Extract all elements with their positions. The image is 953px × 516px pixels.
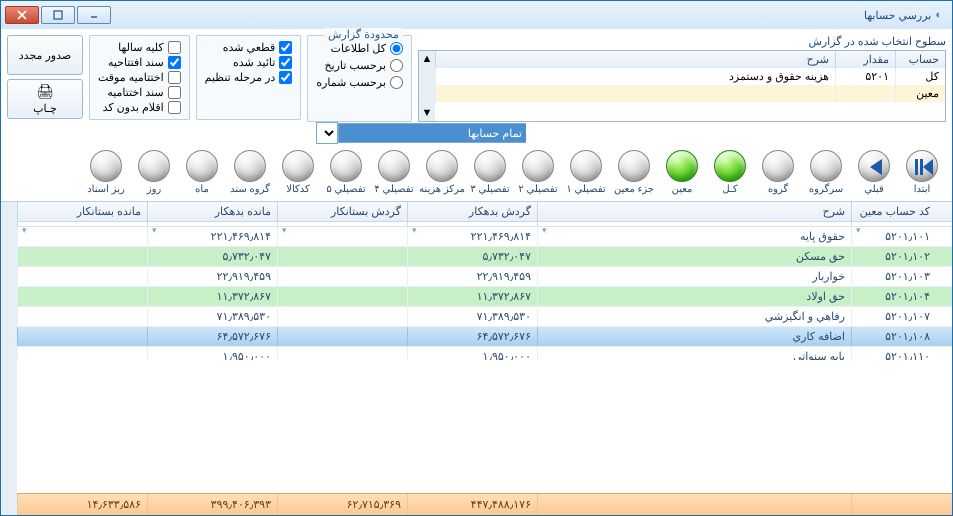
data-grid: كد حساب معين شرح گردش بدهکار گردش بستانک… [1,201,952,515]
table-row[interactable]: ۵۲۰۱٫۱۰۷رفاهي و انگيزشي۷۱٫۳۸۹٫۵۳۰۷۱٫۳۸۹٫… [17,307,952,327]
toolbar-تفصيلي ۱[interactable]: تفصيلي ۱ [562,150,610,195]
col-debit-bal[interactable]: مانده بدهکار [147,202,277,221]
toolbar-orb-icon [282,150,314,182]
col-credit-turn[interactable]: گردش بستانکار [277,202,407,221]
range-number-radio[interactable] [390,76,403,89]
selhead-account: حساب [895,51,945,68]
reissue-button[interactable]: صدور مجدد [7,35,83,75]
sel-account-0: کل [895,68,945,85]
toolbar-تفصيلي ۴[interactable]: تفصيلي ۴ [370,150,418,195]
range-label: محدودة گزارش [324,28,403,41]
toolbar-سرگروه[interactable]: سرگروه [802,150,850,195]
chk-allyears[interactable] [168,41,181,54]
range-number-label: برحسب شماره [316,76,386,89]
foot-cb: ۱۴٫۶۳۳٫۵۸۶ [17,494,147,515]
window-title: بررسي حسابها [864,9,931,22]
toolbar-تفصيلي ۲[interactable]: تفصيلي ۲ [514,150,562,195]
toolbar-orb-icon [138,150,170,182]
col-debit-turn[interactable]: گردش بدهکار [407,202,537,221]
search-input[interactable] [338,123,526,143]
app-icon: ◐ [935,9,942,21]
sel-desc-0: هزينه حقوق و دستمزد [435,68,835,85]
minimize-button[interactable] [77,6,111,24]
toolbar-orb-icon [426,150,458,182]
toolbar-orb-icon [186,150,218,182]
range-all-label: کل اطلاعات [331,42,386,55]
toolbar-ماه[interactable]: ماه [178,150,226,195]
chk-editing[interactable] [279,71,292,84]
toolbar-orb-icon [378,150,410,182]
chk-tempclosing[interactable] [168,71,181,84]
selhead-desc: شرح [435,51,835,68]
toolbar-orb-icon [522,150,554,182]
toolbar-orb-icon [714,150,746,182]
table-row[interactable]: ۵۲۰۱٫۱۰۸اضافه کاري۶۴٫۵۷۲٫۶۷۶۶۴٫۵۷۲٫۶۷۶ [17,327,952,347]
app-window: ◐ بررسي حسابها سطوح انتخاب شده در گزارش ح… [0,0,953,516]
toolbar-ابتدا[interactable]: ابتدا [898,150,946,195]
foot-ct: ۶۲٫۷۱۵٫۳۶۹ [277,494,407,515]
toolbar-قبلي[interactable]: قبلي [850,150,898,195]
scroll-up-icon[interactable]: ▲ [422,53,433,65]
toolbar-orb-icon [570,150,602,182]
toolbar-orb-icon [810,150,842,182]
toolbar-orb-icon [666,150,698,182]
toolbar-orb-icon [474,150,506,182]
toolbar-orb-icon [330,150,362,182]
selhead-value: مقدار [835,51,895,68]
range-all-radio[interactable] [390,42,403,55]
range-date-label: برحسب تاريخ [324,59,386,72]
chk-approved[interactable] [279,56,292,69]
toolbar-روز[interactable]: روز [130,150,178,195]
search-dropdown[interactable] [316,122,338,144]
toolbar-orb-icon [234,150,266,182]
col-credit-bal[interactable]: مانده بستانکار [17,202,147,221]
foot-db: ۳۹۹٫۴۰۶٫۳۹۳ [147,494,277,515]
toolbar-گروه سند[interactable]: گروه سند [226,150,274,195]
foot-dt: ۴۴۷٫۴۸۸٫۱۷۶ [407,494,537,515]
range-date-radio[interactable] [390,59,403,72]
col-code[interactable]: كد حساب معين [851,202,936,221]
chk-final[interactable] [279,41,292,54]
toolbar-گروه[interactable]: گروه [754,150,802,195]
window-controls [5,6,111,24]
table-row[interactable]: ۵۲۰۱٫۱۰۲حق مسکن۵٫۷۳۲٫۰۴۷۵٫۷۳۲٫۰۴۷ [17,247,952,267]
toolbar-ريز اسناد[interactable]: ريز اسناد [82,150,130,195]
grid-scrollbar[interactable] [1,202,17,515]
toolbar-تفصيلي ۵[interactable]: تفصيلي ۵ [322,150,370,195]
col-desc[interactable]: شرح [537,202,851,221]
toolbar-orb-icon [90,150,122,182]
table-row[interactable]: ۵۲۰۱٫۱۰۴حق اولاد۱۱٫۳۷۲٫۸۶۷۱۱٫۳۷۲٫۸۶۷ [17,287,952,307]
toolbar-کـل[interactable]: کـل [706,150,754,195]
toolbar: ابتداقبليسرگروهگروهکـلمعينجزء معينتفصيلي… [1,148,952,201]
chk-opening[interactable] [168,56,181,69]
table-row[interactable]: ۵۲۰۱٫۱۱۰پايه سنواتي۱٫۹۵۰٫۰۰۰۱٫۹۵۰٫۰۰۰ [17,347,952,360]
table-row[interactable]: ۵۲۰۱٫۱۰۱حقوق پايه۲۲۱٫۴۶۹٫۸۱۴۲۲۱٫۴۶۹٫۸۱۴ [17,227,952,247]
toolbar-تفصيلي ۳[interactable]: تفصيلي ۳ [466,150,514,195]
toolbar-orb-icon [906,150,938,182]
toolbar-معين[interactable]: معين [658,150,706,195]
selection-title: سطوح انتخاب شده در گزارش [418,35,946,48]
toolbar-orb-icon [762,150,794,182]
toolbar-مرکز هزينه[interactable]: مرکز هزينه [418,150,466,195]
close-button[interactable] [5,6,39,24]
range-group: محدودة گزارش کل اطلاعات برحسب تاريخ برحس… [307,35,412,122]
toolbar-جزء معين[interactable]: جزء معين [610,150,658,195]
toolbar-کدکالا[interactable]: کدکالا [274,150,322,195]
grid-footer: ۴۴۷٫۴۸۸٫۱۷۶ ۶۲٫۷۱۵٫۳۶۹ ۳۹۹٫۴۰۶٫۳۹۳ ۱۴٫۶۳… [17,493,952,515]
table-row[interactable]: ۵۲۰۱٫۱۰۳خواربار۲۲٫۹۱۹٫۴۵۹۲۲٫۹۱۹٫۴۵۹ [17,267,952,287]
sel-value-0: ۵۲۰۱ [835,68,895,85]
toolbar-orb-icon [858,150,890,182]
titlebar: ◐ بررسي حسابها [1,1,952,29]
toolbar-orb-icon [618,150,650,182]
maximize-button[interactable] [41,6,75,24]
